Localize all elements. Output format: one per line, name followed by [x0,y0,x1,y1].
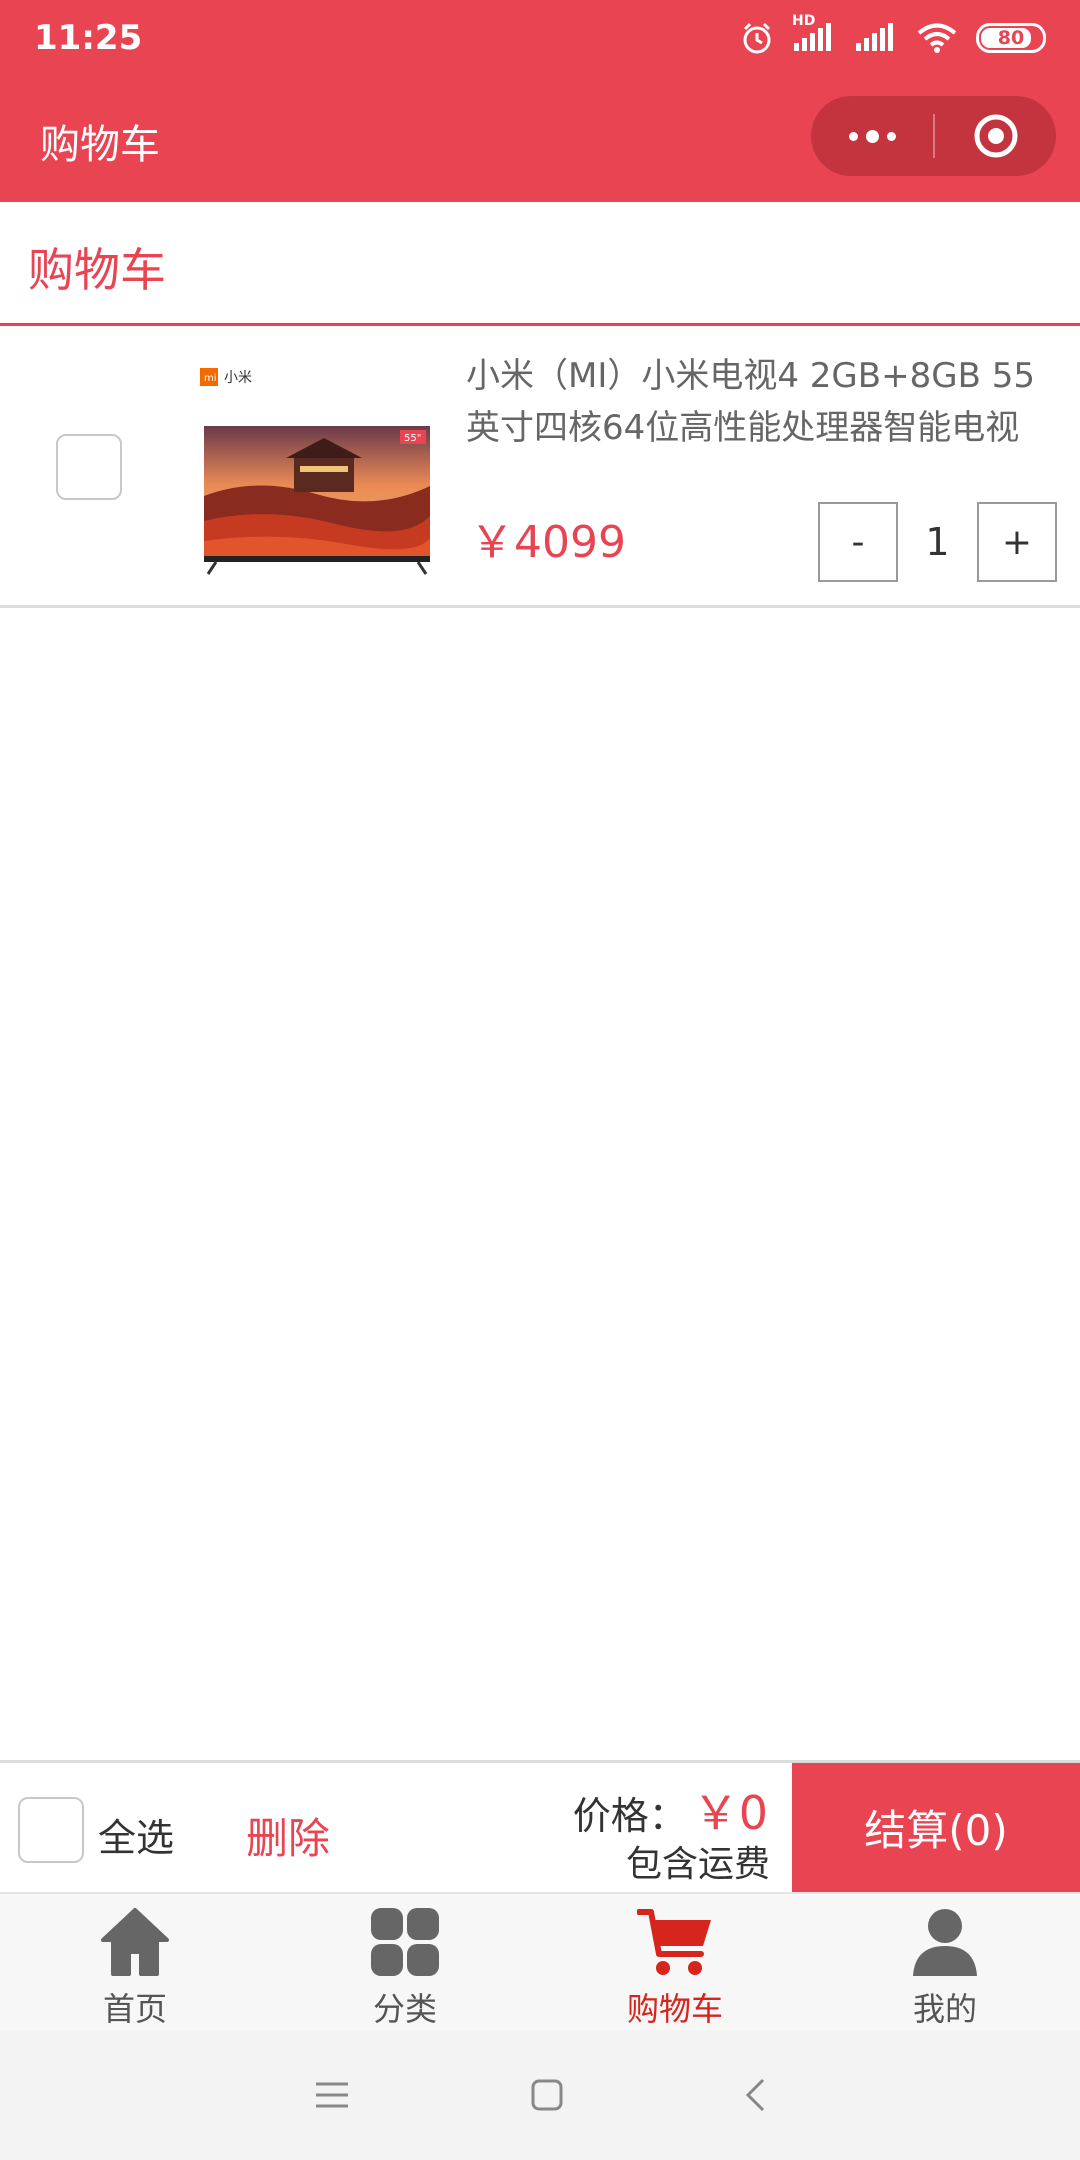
more-dots-icon [848,131,858,141]
tab-label: 我的 [912,1990,977,2028]
system-nav-bar [0,2030,1080,2160]
cart-footer: 全选 删除 价格： ￥0 包含运费 结算(0) [0,1760,1080,1892]
status-bar: 11:25 HD 80 [0,0,1080,76]
tab-home[interactable]: 首页 [0,1894,270,2030]
mini-program-capsule [811,96,1056,176]
nav-bar: 购物车 [0,76,1080,202]
select-all-checkbox[interactable] [18,1797,84,1863]
tab-label: 购物车 [626,1990,723,2028]
home-square-icon[interactable] [530,2078,564,2112]
price-label: 价格： [572,1794,687,1838]
tab-label: 分类 [372,1990,437,2028]
product-title[interactable]: 小米（MI）小米电视4 2GB+8GB 55英寸四核64位高性能处理器智能电视 [466,350,1056,454]
quantity-value: 1 [925,520,950,564]
product-image[interactable]: mi 小米 55" [196,346,436,586]
increase-button[interactable]: + [977,502,1057,582]
network-label: HD [792,13,816,29]
page-title: 购物车 [28,243,166,297]
item-checkbox[interactable] [56,434,122,500]
back-icon[interactable] [744,2077,766,2113]
decrease-button[interactable]: - [818,502,898,582]
tab-category[interactable]: 分类 [270,1894,540,2030]
menu-icon[interactable] [314,2080,350,2110]
tab-label: 首页 [102,1990,167,2028]
size-badge: 55" [404,433,421,444]
alarm-icon [740,21,774,55]
more-button[interactable] [811,96,933,176]
user-icon [905,1902,985,1982]
price-value: ￥0 [692,1786,768,1840]
total-price: 价格： ￥0 [573,1777,768,1843]
select-all-label[interactable]: 全选 [98,1807,174,1862]
page-header: 购物车 [0,202,1080,326]
tab-cart[interactable]: 购物车 [540,1894,810,2030]
home-icon [95,1902,175,1982]
battery-icon: 80 [976,23,1046,53]
brand-label: 小米 [224,370,252,386]
checkout-button[interactable]: 结算(0) [792,1763,1080,1892]
delete-button[interactable]: 删除 [246,1805,330,1866]
grid-icon [365,1902,445,1982]
wifi-icon [916,22,958,54]
nav-title: 购物车 [40,122,160,168]
status-time: 11:25 [34,18,143,58]
quantity-stepper: - 1 + [818,502,1057,582]
tab-profile[interactable]: 我的 [810,1894,1080,2030]
cart-icon [635,1902,715,1982]
cart-item: mi 小米 55" 小米（MI）小米电视4 2GB+8GB 55英寸四核64位高… [0,326,1080,608]
target-close-icon [974,114,1017,158]
shipping-note: 包含运费 [625,1844,770,1885]
battery-level: 80 [997,27,1025,49]
close-button[interactable] [935,96,1056,176]
svg-text:mi: mi [204,373,217,384]
signal-icon [854,23,898,53]
tab-bar: 首页 分类 购物车 我的 [0,1892,1080,2030]
product-price: ￥4099 [470,517,626,568]
status-icons: HD 80 [740,13,1046,58]
hd-signal-icon: HD [792,13,836,53]
